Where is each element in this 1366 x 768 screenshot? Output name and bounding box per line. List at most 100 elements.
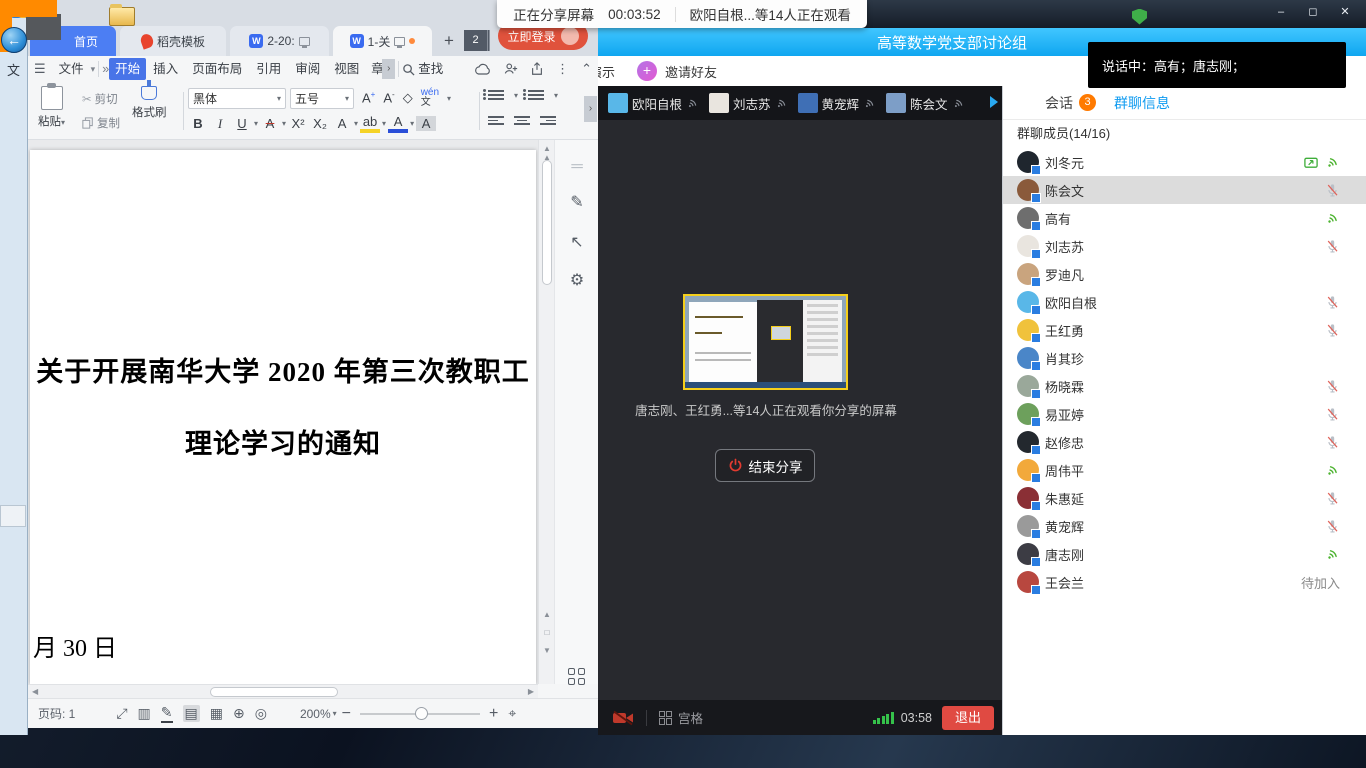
member-row[interactable]: 王红勇: [1003, 316, 1366, 344]
menu-item-2[interactable]: 页面布局: [185, 58, 249, 80]
scroll-left-icon[interactable]: ◀: [32, 687, 38, 696]
fit-page-button[interactable]: ⌖: [508, 705, 516, 722]
zoom-slider-knob[interactable]: [415, 707, 428, 720]
bullet-list-button[interactable]: [488, 90, 504, 100]
find-button[interactable]: 查找: [415, 58, 450, 80]
text-effects-button[interactable]: A: [332, 116, 352, 131]
tab-docer[interactable]: 稻壳模板: [120, 26, 226, 56]
more-menu-icon[interactable]: ⋮: [556, 61, 569, 77]
add-user-icon[interactable]: [504, 62, 518, 76]
fullscreen-view-icon[interactable]: ⤢: [116, 705, 127, 722]
menu-item-1[interactable]: 插入: [146, 58, 185, 80]
page-down-icon[interactable]: ▼: [539, 646, 555, 655]
participant-item[interactable]: 陈会文: [886, 93, 965, 113]
subscript-button[interactable]: X₂: [310, 116, 330, 131]
hamburger-icon[interactable]: ☰: [34, 61, 46, 77]
tab-group-info-active[interactable]: 群聊信息: [1114, 93, 1170, 113]
zoom-slider[interactable]: [360, 713, 480, 715]
clear-format-icon[interactable]: ◇: [403, 90, 413, 106]
cloud-sync-icon[interactable]: [474, 63, 492, 76]
menu-item-3[interactable]: 引用: [249, 58, 288, 80]
eye-protect-icon[interactable]: ◎: [255, 705, 267, 722]
numbered-list-button[interactable]: [528, 90, 544, 100]
select-browse-icon[interactable]: □: [539, 628, 555, 637]
zoom-in-button[interactable]: +: [489, 705, 498, 723]
menu-item-6[interactable]: 章节: [366, 58, 382, 80]
vertical-scroll-thumb[interactable]: [542, 160, 552, 285]
char-shading-button[interactable]: A: [416, 116, 436, 131]
member-row[interactable]: 杨晓霖: [1003, 372, 1366, 400]
horizontal-scroll-thumb[interactable]: [210, 687, 338, 697]
end-share-button[interactable]: 结束分享: [715, 449, 815, 482]
member-row[interactable]: 刘志苏: [1003, 232, 1366, 260]
invite-friends-button[interactable]: 邀请好友: [665, 62, 717, 81]
demo-menu-label[interactable]: 演示: [598, 62, 615, 81]
member-row[interactable]: 唐志刚: [1003, 540, 1366, 568]
menu-item-0[interactable]: 开始: [109, 58, 146, 80]
align-left-button[interactable]: [488, 116, 504, 125]
member-row[interactable]: 刘冬元: [1003, 148, 1366, 176]
scroll-right-icon[interactable]: ▶: [528, 687, 534, 696]
member-row[interactable]: 黄宠辉: [1003, 512, 1366, 540]
document-page[interactable]: 关于开展南华大学 2020 年第三次教职工 理论学习的通知 月 30 日: [30, 150, 536, 684]
underline-button[interactable]: U: [232, 116, 252, 131]
horizontal-scrollbar[interactable]: ◀ ▶: [28, 684, 538, 698]
member-row[interactable]: 陈会文: [1003, 176, 1366, 204]
grid-view-icon[interactable]: [659, 711, 673, 725]
document-area[interactable]: 关于开展南华大学 2020 年第三次教职工 理论学习的通知 月 30 日: [28, 140, 538, 684]
outline-view-icon[interactable]: ▦: [210, 705, 223, 722]
member-row[interactable]: 王会兰 待加入: [1003, 568, 1366, 596]
decrease-font-button[interactable]: A-: [383, 90, 394, 105]
member-row[interactable]: 易亚婷: [1003, 400, 1366, 428]
menu-item-5[interactable]: 视图: [327, 58, 366, 80]
font-size-select[interactable]: 五号▾: [290, 88, 354, 109]
cursor-select-icon[interactable]: ↖: [555, 232, 599, 252]
superscript-button[interactable]: X²: [288, 116, 308, 131]
share-icon[interactable]: [530, 62, 544, 76]
vertical-scrollbar[interactable]: ▲▲ ▲ □ ▼: [538, 140, 554, 684]
highlight-button[interactable]: ab: [360, 114, 380, 133]
member-row[interactable]: 周伟平: [1003, 456, 1366, 484]
zoom-out-button[interactable]: −: [342, 705, 351, 723]
bold-button[interactable]: B: [188, 116, 208, 131]
cut-button[interactable]: ✂剪切: [82, 91, 118, 107]
paste-button[interactable]: 粘贴▾: [38, 86, 65, 129]
web-view-icon[interactable]: ⊕: [233, 705, 245, 722]
shared-screen-preview[interactable]: [683, 294, 848, 390]
pen-annotate-icon[interactable]: ✎: [555, 192, 599, 212]
ink-edit-icon[interactable]: ✎: [161, 704, 173, 723]
strip-expand-arrow-icon[interactable]: [990, 96, 998, 108]
font-name-select[interactable]: 黑体▾: [188, 88, 286, 109]
maximize-button[interactable]: ◻: [1298, 3, 1328, 21]
back-icon[interactable]: ←: [1, 27, 27, 53]
screen-share-status-bar[interactable]: 正在分享屏幕 00:03:52 欧阳自根...等14人正在观看: [497, 0, 867, 28]
book-view-icon[interactable]: ▥: [138, 705, 151, 722]
minimize-button[interactable]: –: [1266, 3, 1296, 21]
italic-button[interactable]: I: [210, 116, 230, 132]
font-color-button[interactable]: A: [388, 114, 408, 133]
align-right-button[interactable]: [540, 116, 556, 125]
page-up-icon[interactable]: ▲: [539, 610, 555, 619]
collapse-ribbon-icon[interactable]: ⌃: [581, 61, 592, 77]
new-tab-button[interactable]: +: [438, 28, 460, 54]
ribbon-expand-button[interactable]: ›: [584, 96, 597, 122]
member-row[interactable]: 肖其珍: [1003, 344, 1366, 372]
member-row[interactable]: 高有: [1003, 204, 1366, 232]
copy-button[interactable]: 复制: [82, 115, 120, 131]
invite-plus-icon[interactable]: +: [637, 61, 657, 81]
chevrons-icon[interactable]: »: [102, 62, 109, 76]
participant-item[interactable]: 欧阳自根: [608, 93, 699, 113]
strikethrough-button[interactable]: A: [260, 116, 280, 131]
camera-off-icon[interactable]: [612, 710, 634, 726]
pinyin-guide-button[interactable]: wén文: [421, 88, 439, 108]
menu-item-4[interactable]: 审阅: [288, 58, 327, 80]
toolbox-grid-icon[interactable]: [568, 668, 585, 685]
member-row[interactable]: 朱惠延: [1003, 484, 1366, 512]
drag-handle-icon[interactable]: ═: [555, 158, 599, 176]
more-tabs-button[interactable]: ›: [382, 59, 395, 79]
tab-document-2-active[interactable]: W1-关: [333, 26, 432, 56]
page-view-icon[interactable]: ▤: [183, 705, 200, 722]
align-center-button[interactable]: [514, 116, 530, 125]
exit-call-button[interactable]: 退出: [942, 706, 994, 730]
window-count-badge[interactable]: 2: [464, 30, 490, 51]
